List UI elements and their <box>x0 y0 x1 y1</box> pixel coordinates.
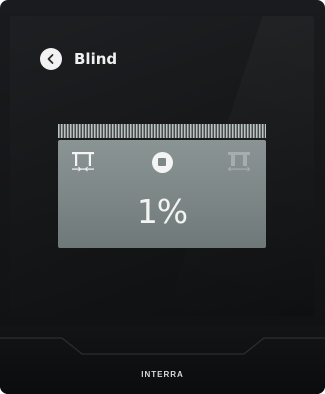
blind-close-icon <box>68 146 98 180</box>
stop-icon <box>151 151 173 173</box>
blind-control-panel: 1% <box>58 124 266 248</box>
blind-open-icon <box>224 146 254 180</box>
brand-logo: INTERRA <box>141 370 184 379</box>
blind-slat-indicator <box>58 124 266 138</box>
back-button[interactable] <box>40 48 62 70</box>
page-title: Blind <box>74 50 118 68</box>
blind-position-readout: 1% <box>136 192 188 231</box>
chevron-left-icon <box>45 53 57 65</box>
open-blind-button[interactable] <box>224 148 254 178</box>
control-card: 1% <box>58 140 266 248</box>
device-bezel <box>0 326 325 394</box>
close-blind-button[interactable] <box>68 148 98 178</box>
stop-button[interactable] <box>149 149 175 175</box>
intercom-device: Blind 1% INTERRA <box>0 0 325 394</box>
